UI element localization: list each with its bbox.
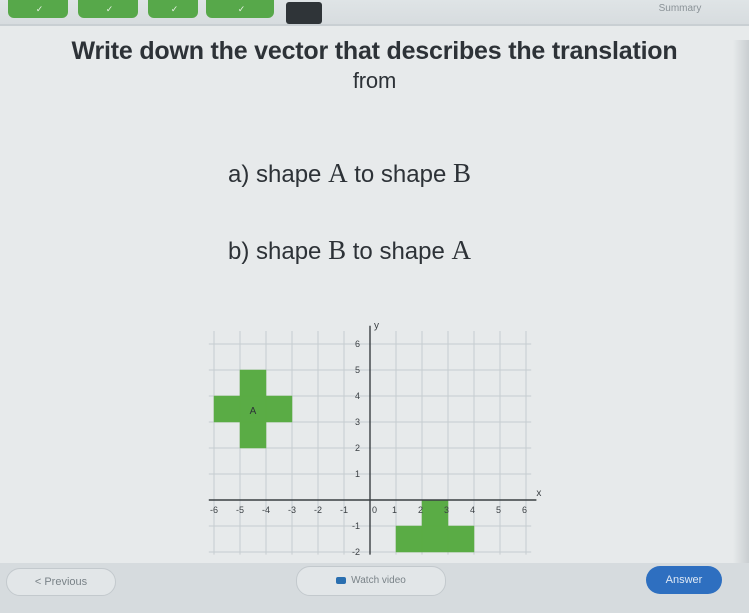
check-icon: ✓ — [237, 4, 246, 14]
x-tick-label: -5 — [236, 505, 244, 515]
x-tick-label: 5 — [496, 505, 501, 515]
part-a-mid: to shape — [347, 161, 453, 188]
question-tab-1[interactable]: ✓ — [8, 0, 68, 18]
x-tick-label: 2 — [418, 505, 423, 515]
x-tick-label: 3 — [444, 505, 449, 515]
x-tick-label: 1 — [392, 505, 397, 515]
coordinate-grid-svg: -6 -5 -4 -3 -2 -1 0 1 2 3 4 5 6-2-1123456xyA — [208, 320, 541, 557]
question-tab-3[interactable]: ✓ — [148, 0, 198, 18]
x-tick-label: -3 — [288, 505, 296, 515]
scrollbar-track[interactable] — [733, 40, 749, 563]
x-tick-label: 6 — [522, 505, 527, 515]
y-tick-label: 4 — [355, 391, 360, 401]
shape-a-cell — [213, 395, 241, 423]
question-line-2: from — [352, 68, 397, 93]
y-tick-label: 6 — [355, 339, 360, 349]
part-b-mid: to shape — [346, 238, 452, 265]
check-icon: ✓ — [35, 4, 44, 14]
question-nav-bar: ✓ ✓ ✓ ✓ Summary — [0, 0, 749, 26]
video-icon — [336, 576, 347, 584]
watch-video-label: Watch video — [351, 575, 406, 586]
x-tick-label: -2 — [314, 505, 322, 515]
part-b: b) shape B to shape A — [228, 235, 471, 266]
question-tab-9[interactable] — [446, 0, 492, 18]
x-tick-label: -4 — [262, 505, 270, 515]
part-a-to-shape: B — [453, 158, 472, 188]
x-tick-label: -6 — [210, 505, 218, 515]
y-tick-label: -2 — [352, 547, 360, 557]
question-tab-8[interactable] — [386, 0, 432, 18]
shape-a-cell — [239, 421, 267, 449]
question-tab-7[interactable] — [332, 0, 376, 18]
y-axis-label: y — [374, 320, 379, 331]
part-b-from-shape: B — [328, 235, 347, 265]
x-tick-label: 4 — [470, 505, 475, 515]
question-text: Write down the vector that describes the… — [0, 36, 749, 96]
x-tick-label: 0 — [372, 505, 377, 515]
shape-a-cell — [265, 395, 293, 423]
question-tab-current[interactable] — [286, 2, 322, 24]
shape-b-cell — [421, 525, 449, 553]
y-tick-label: 3 — [355, 417, 360, 427]
y-tick-label: -1 — [352, 521, 360, 531]
part-b-prefix: b) shape — [228, 238, 329, 265]
question-tab-11[interactable] — [570, 0, 620, 18]
part-a-from-shape: A — [328, 158, 348, 188]
check-icon: ✓ — [105, 4, 114, 14]
coordinate-grid: -6 -5 -4 -3 -2 -1 0 1 2 3 4 5 6 -2 -1 1 2 3 4 5 6 x y A — [200, 300, 560, 565]
shape-a-label: A — [250, 406, 257, 417]
shape-b-cell — [447, 525, 475, 553]
previous-button[interactable]: < Previous — [6, 568, 116, 596]
part-a-prefix: a) shape — [228, 161, 329, 188]
question-line-1: Write down the vector that describes the… — [71, 37, 678, 65]
check-icon: ✓ — [170, 4, 179, 14]
x-axis-label: x — [536, 488, 541, 499]
part-b-to-shape: A — [451, 235, 472, 265]
y-tick-label: 5 — [355, 365, 360, 375]
shape-b-cell — [395, 525, 423, 553]
summary-tab[interactable]: Summary — [640, 0, 720, 18]
part-a: a) shape A to shape B — [228, 158, 471, 189]
x-tick-label: -1 — [340, 505, 348, 515]
answer-button[interactable]: Answer — [646, 566, 722, 594]
question-tab-10[interactable] — [506, 0, 556, 18]
y-tick-label: 1 — [355, 469, 360, 479]
question-tab-2[interactable]: ✓ — [78, 0, 138, 18]
y-tick-label: 2 — [355, 443, 360, 453]
question-tab-4[interactable]: ✓ — [206, 0, 274, 18]
watch-video-button[interactable]: Watch video — [296, 566, 446, 596]
shape-a-cell — [239, 369, 267, 397]
